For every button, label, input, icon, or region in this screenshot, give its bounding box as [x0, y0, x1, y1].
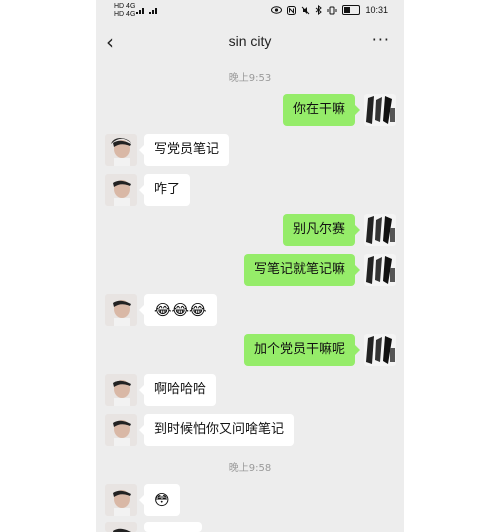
- message-bubble-outgoing[interactable]: 别凡尔赛: [282, 214, 361, 246]
- more-icon[interactable]: ···: [372, 30, 390, 49]
- network-label-1: HD 4G: [114, 3, 136, 10]
- self-avatar[interactable]: [364, 94, 396, 126]
- vibrate-icon: [327, 6, 337, 14]
- message-bubble-outgoing[interactable]: 加个党员干嘛呢: [243, 334, 361, 366]
- self-avatar[interactable]: [364, 334, 396, 366]
- nfc-icon: [287, 5, 297, 15]
- message-bubble-outgoing[interactable]: 你在干嘛: [282, 94, 361, 126]
- battery-icon: [342, 5, 361, 15]
- self-avatar[interactable]: [364, 254, 396, 286]
- eye-icon: [271, 6, 283, 14]
- status-bar: HD 4G HD 4G 10:31: [96, 0, 404, 22]
- timestamp: 晚上9:58: [228, 463, 272, 474]
- network-type: HD 4G HD 4G: [114, 3, 135, 19]
- clock: 10:31: [365, 5, 388, 15]
- phone-screen: HD 4G HD 4G 10:31 ‹ sin city ··· 晚上9:53 …: [96, 0, 404, 532]
- bluetooth-icon: [316, 5, 323, 15]
- contact-avatar[interactable]: [105, 522, 137, 532]
- message-bubble-incoming[interactable]: 😳: [139, 484, 180, 516]
- contact-avatar[interactable]: [105, 374, 137, 406]
- network-label-2: HD 4G: [114, 11, 136, 18]
- contact-avatar[interactable]: [105, 414, 137, 446]
- message-bubble-outgoing[interactable]: 写笔记就笔记嘛: [243, 254, 361, 286]
- status-icons: 10:31: [271, 5, 388, 15]
- contact-avatar[interactable]: [105, 134, 137, 166]
- message-bubble-incoming[interactable]: 😂😂😂: [139, 294, 217, 326]
- contact-avatar[interactable]: [105, 174, 137, 206]
- self-avatar[interactable]: [364, 214, 396, 246]
- chat-title: sin city: [228, 33, 272, 49]
- timestamp: 晚上9:53: [228, 73, 272, 84]
- contact-avatar[interactable]: [105, 294, 137, 326]
- message-bubble-incoming[interactable]: 啊哈哈哈: [138, 374, 217, 406]
- contact-avatar[interactable]: [105, 484, 137, 516]
- signal-icon: [136, 6, 160, 16]
- message-bubble-incoming[interactable]: 写党员笔记: [138, 134, 230, 166]
- chat-header: ‹ sin city ···: [96, 24, 404, 58]
- message-bubble-incoming-partial[interactable]: [144, 522, 202, 532]
- message-bubble-incoming[interactable]: 到时候怕你又问啥笔记: [138, 414, 295, 446]
- mute-icon: [302, 6, 310, 14]
- message-bubble-incoming[interactable]: 咋了: [138, 174, 191, 206]
